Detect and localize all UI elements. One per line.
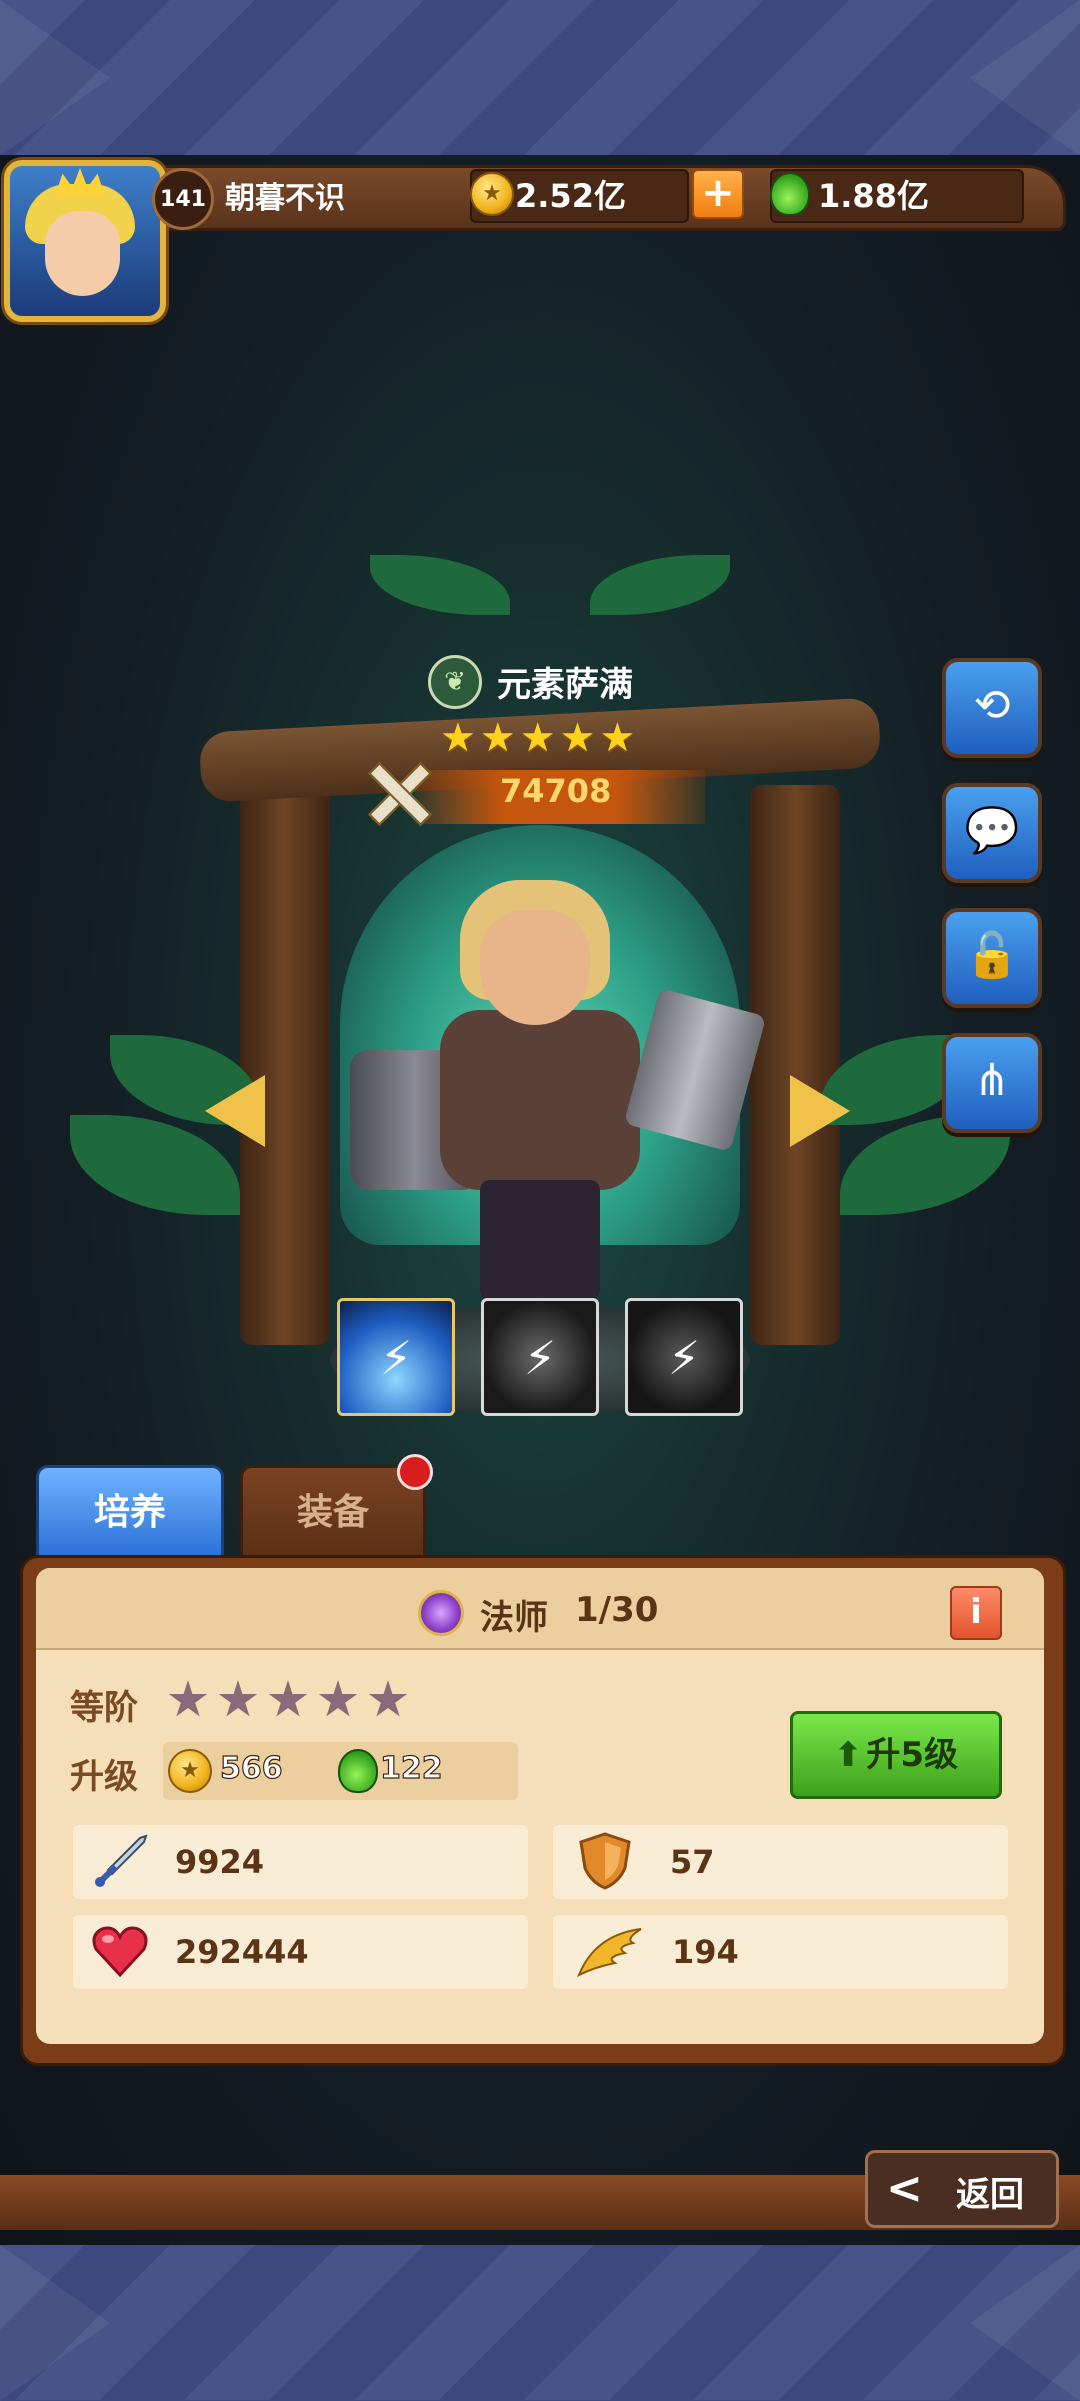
notification-dot <box>397 1454 433 1490</box>
wing-icon <box>575 1925 642 1985</box>
player-name: 朝暮不识 <box>225 181 345 216</box>
upgrade-label: 升级 <box>70 1757 138 1797</box>
cost-potion: 122 <box>379 1750 443 1786</box>
skill-lightning-storm[interactable]: ⚡ <box>337 1298 455 1416</box>
hero-name: 元素萨满 <box>497 665 633 705</box>
class-count: 1/30 <box>575 1590 659 1630</box>
top-letterbox <box>0 0 1080 156</box>
rank-label: 等阶 <box>70 1688 138 1728</box>
hero-stars: ★★★★★ <box>440 715 640 761</box>
skill-thunder-bull[interactable]: ⚡ <box>625 1298 743 1416</box>
next-hero-arrow-icon[interactable] <box>790 1075 850 1147</box>
lock-icon[interactable]: 🔓 <box>942 908 1042 1008</box>
potion-amount: 1.88亿 <box>818 177 929 215</box>
info-button[interactable]: i <box>950 1586 1002 1640</box>
green-potion-icon <box>770 172 810 216</box>
avatar-face <box>45 211 120 296</box>
skill-thunder-strike[interactable]: ⚡ <box>481 1298 599 1416</box>
shield-icon <box>575 1830 635 1890</box>
heart-icon <box>90 1923 150 1983</box>
lightning-icon: ⚡ <box>667 1331 701 1385</box>
hero-character[interactable] <box>350 880 767 1340</box>
arch-post-left <box>240 785 330 1345</box>
bottom-letterbox <box>0 2245 1080 2401</box>
class-name: 法师 <box>480 1598 548 1638</box>
hero-hammer <box>623 988 767 1152</box>
hero-legs <box>480 1180 600 1300</box>
player-level-badge: 141 <box>152 168 214 230</box>
prev-hero-arrow-icon[interactable] <box>205 1075 265 1147</box>
speed-value: 194 <box>672 1933 739 1971</box>
player-avatar[interactable] <box>4 160 166 322</box>
back-button[interactable]: < 返回 <box>865 2150 1059 2228</box>
green-potion-icon <box>338 1749 378 1793</box>
gold-amount: 2.52亿 <box>515 177 626 215</box>
upgrade-5-levels-button[interactable]: ⬆ 升5级 <box>790 1711 1002 1799</box>
lightning-icon: ⚡ <box>523 1331 557 1385</box>
hero-body <box>440 1010 640 1190</box>
decor-chevron <box>970 0 1080 156</box>
refresh-icon[interactable]: ⟲ <box>942 658 1042 758</box>
gold-coin-icon: ★ <box>470 172 514 216</box>
decor-chevron <box>970 2245 1080 2401</box>
tab-train[interactable]: 培养 <box>36 1465 224 1561</box>
game-screen: 141 朝暮不识 ★ 2.52亿 + 1.88亿 ❦ 元素萨满 ★★★★★ 74… <box>0 155 1080 2245</box>
attack-value: 9924 <box>175 1843 265 1881</box>
hero-head <box>480 910 590 1025</box>
up-arrow-icon: ⬆ <box>833 1735 863 1775</box>
upgrade-button-label: 升5级 <box>866 1735 959 1775</box>
sword-icon <box>90 1832 150 1892</box>
crossed-swords-icon <box>362 757 432 827</box>
avatar-crown <box>55 168 105 196</box>
defense-value: 57 <box>670 1843 715 1881</box>
leaf-icon: ❦ <box>428 655 482 709</box>
hp-value: 292444 <box>175 1933 309 1971</box>
decor-chevron <box>0 2245 110 2401</box>
back-arrow-icon: < <box>886 2163 923 2214</box>
hero-power: 74708 <box>500 772 612 810</box>
cost-gold: 566 <box>219 1750 283 1786</box>
mage-class-icon <box>418 1590 464 1636</box>
arch-post-right <box>750 785 840 1345</box>
add-gold-button[interactable]: + <box>692 169 744 219</box>
chat-icon[interactable]: 💬 <box>942 783 1042 883</box>
decor-chevron <box>0 0 110 156</box>
share-icon[interactable]: ⋔ <box>942 1033 1042 1133</box>
lightning-icon: ⚡ <box>379 1331 413 1385</box>
gold-coin-icon: ★ <box>168 1749 212 1793</box>
back-label: 返回 <box>956 2175 1024 2215</box>
